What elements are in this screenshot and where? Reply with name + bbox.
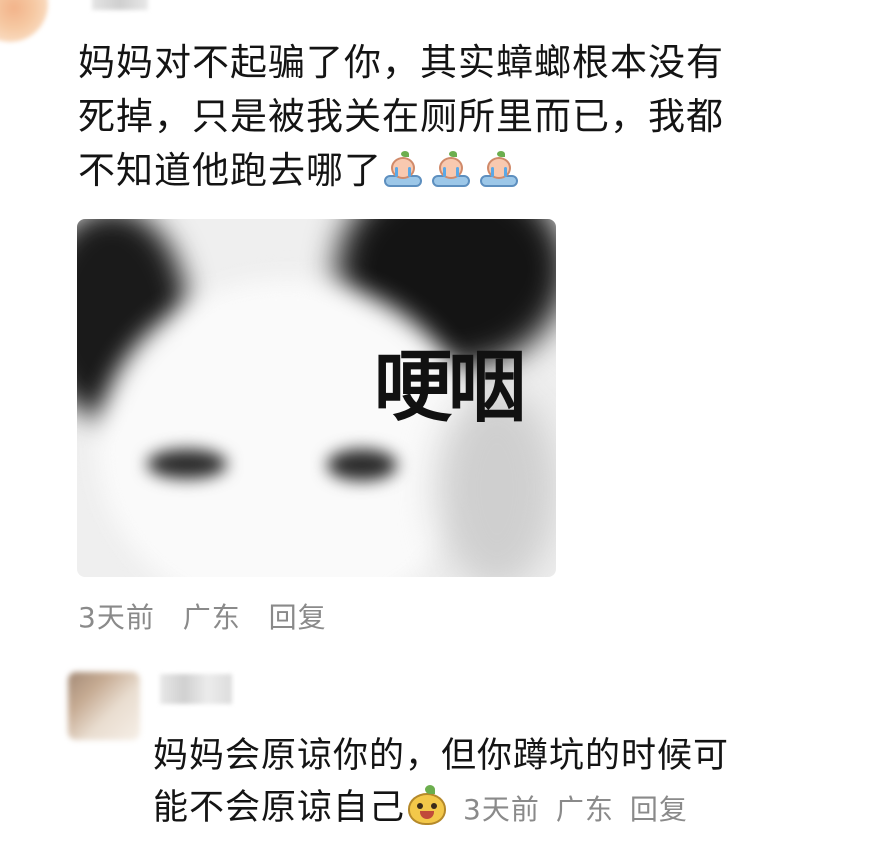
- comment-line-2: 死掉，只是被我关在厕所里而已，我都: [78, 95, 724, 138]
- reply-time: 3天前: [463, 793, 540, 826]
- reply-location: 广东: [555, 793, 614, 826]
- reply-line-2: 能不会原谅自己 3天前 广东 回复: [153, 782, 853, 836]
- reply-meta: 3天前 广东 回复: [463, 793, 704, 826]
- laughing-emoji-icon: [405, 785, 449, 827]
- meme-caption: 哽咽: [374, 343, 526, 433]
- panda-eye-right: [327, 449, 397, 481]
- meme-image[interactable]: 哽咽: [77, 219, 556, 577]
- commenter-name-blurred[interactable]: [92, 0, 148, 10]
- comment-body: 妈妈对不起骗了你，其实蟑螂根本没有 死掉，只是被我关在厕所里而已，我都 不知道他…: [78, 36, 838, 204]
- crying-emoji-icon: [382, 149, 424, 189]
- comment-line-3-text: 不知道他跑去哪了: [78, 149, 382, 192]
- comment-thread: 妈妈对不起骗了你，其实蟑螂根本没有 死掉，只是被我关在厕所里而已，我都 不知道他…: [0, 0, 872, 852]
- comment-reply-button[interactable]: 回复: [269, 601, 327, 634]
- reply-line-2-text: 能不会原谅自己: [153, 788, 406, 828]
- crying-emoji-icon: [430, 149, 472, 189]
- comment-time: 3天前: [78, 601, 155, 634]
- reply-body: 妈妈会原谅你的，但你蹲坑的时候可 能不会原谅自己 3天前 广东 回复: [153, 730, 853, 836]
- replier-avatar[interactable]: [68, 672, 140, 740]
- comment-line-3: 不知道他跑去哪了: [78, 144, 838, 204]
- reply-reply-button[interactable]: 回复: [630, 793, 688, 826]
- crying-emoji-icon: [478, 149, 520, 189]
- comment-meta: 3天前 广东 回复: [78, 596, 345, 636]
- reply-line-1: 妈妈会原谅你的，但你蹲坑的时候可: [153, 736, 730, 776]
- comment-location: 广东: [182, 601, 241, 634]
- comment-line-1: 妈妈对不起骗了你，其实蟑螂根本没有: [78, 41, 724, 84]
- commenter-avatar[interactable]: [0, 0, 48, 42]
- replier-name-blurred[interactable]: [160, 674, 232, 704]
- panda-eye-left: [147, 449, 227, 479]
- crying-emoji-group: [382, 149, 526, 204]
